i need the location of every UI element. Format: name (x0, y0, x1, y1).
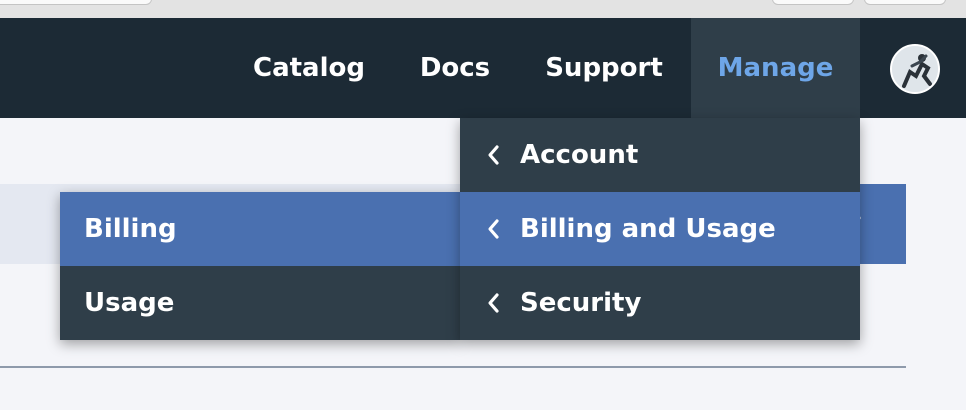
nav-catalog[interactable]: Catalog (236, 18, 382, 118)
chevron-left-icon (482, 192, 504, 266)
browser-button[interactable] (772, 0, 854, 5)
chevron-left-icon (482, 266, 504, 340)
avatar-image (892, 46, 938, 92)
manage-item-label: Account (520, 140, 639, 170)
app-root: Catalog Docs Support Manage r Billing Us… (0, 0, 966, 410)
top-nav-bar: Catalog Docs Support Manage (0, 18, 966, 118)
submenu-item-usage[interactable]: Usage (60, 266, 460, 340)
user-avatar[interactable] (890, 44, 940, 94)
manage-item-security[interactable]: Security (460, 266, 860, 340)
manage-item-label: Security (520, 288, 642, 318)
submenu-item-label: Usage (84, 288, 175, 318)
nav-docs[interactable]: Docs (394, 18, 516, 118)
browser-chrome (0, 0, 966, 19)
manage-item-account[interactable]: Account (460, 118, 860, 192)
manage-menu: Account Billing and Usage Security (460, 118, 860, 340)
browser-address-field[interactable] (0, 0, 152, 5)
nav-support[interactable]: Support (528, 18, 680, 118)
manage-item-billing-and-usage[interactable]: Billing and Usage (460, 192, 860, 266)
nav-manage[interactable]: Manage (691, 18, 860, 118)
submenu-item-label: Billing (84, 214, 177, 244)
submenu-item-billing[interactable]: Billing (60, 192, 460, 266)
content-divider (0, 366, 906, 368)
browser-button[interactable] (864, 0, 946, 5)
manage-item-label: Billing and Usage (520, 214, 776, 244)
chevron-left-icon (482, 118, 504, 192)
billing-submenu: Billing Usage (60, 192, 460, 340)
